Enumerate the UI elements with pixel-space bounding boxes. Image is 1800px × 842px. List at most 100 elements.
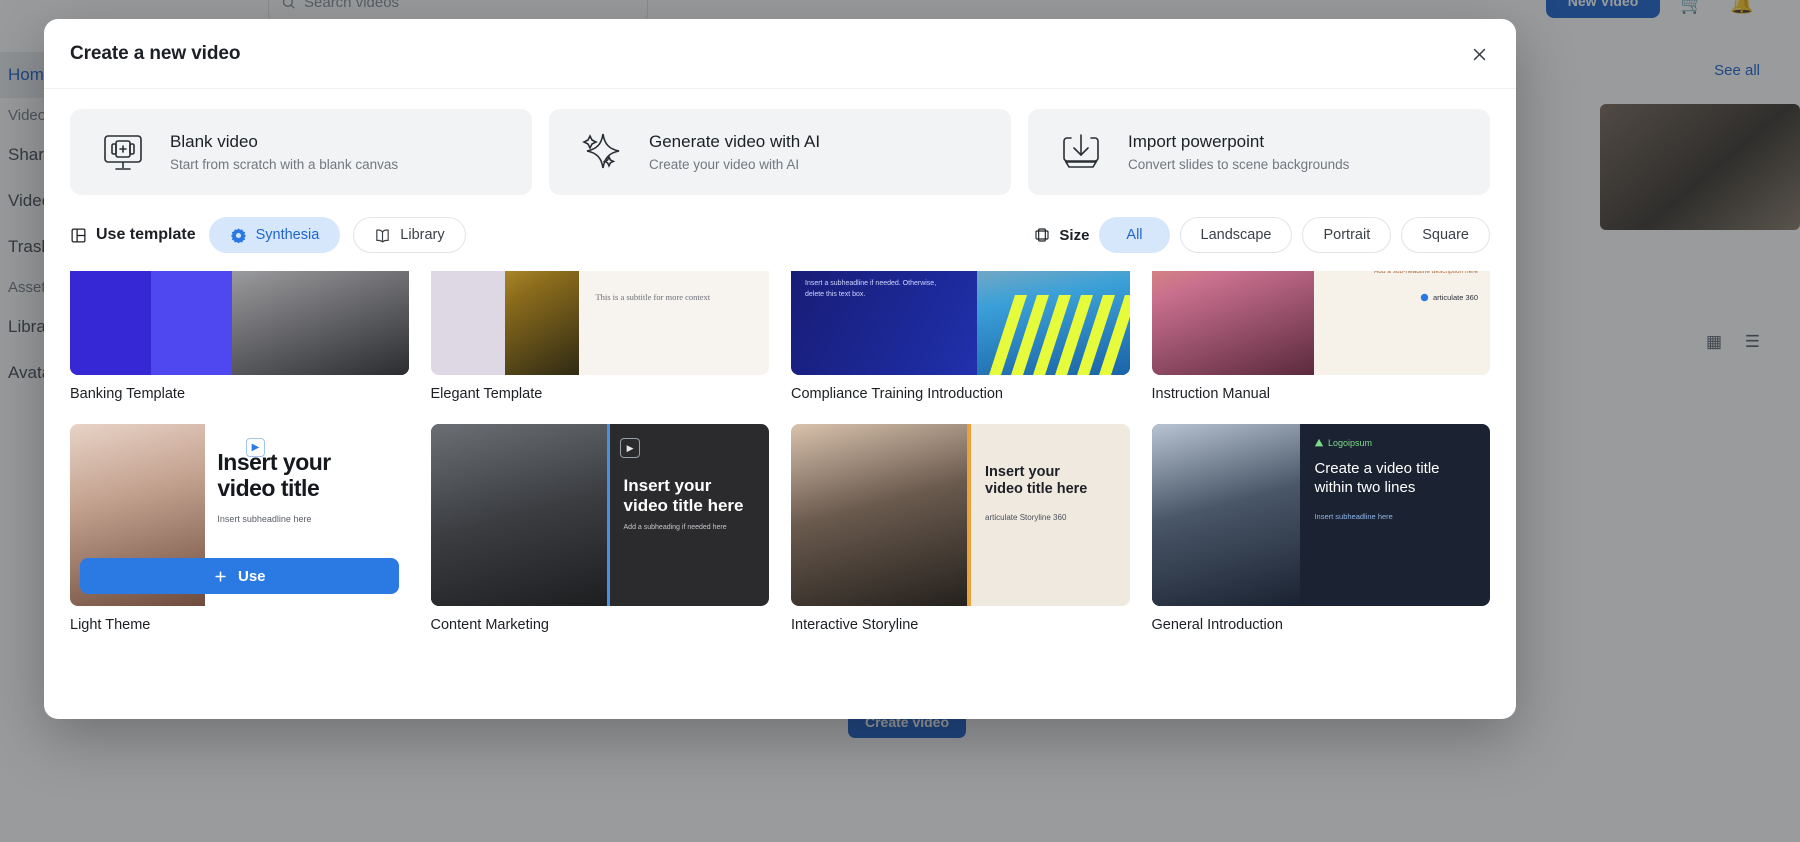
template-thumbnail: ▶ Insert your video title here Add a sub…	[430, 424, 769, 606]
template-card[interactable]: ▶ Insert your video title here Add a sub…	[430, 424, 769, 633]
thumb-text: Insert your video title here articulate …	[967, 424, 1129, 606]
thumb-title: Insert your video title	[217, 449, 392, 502]
tab-synthesia-label: Synthesia	[255, 227, 320, 243]
template-thumbnail: Add an engaging video title here This is…	[430, 271, 769, 375]
thumb-text: Add an engaging video title here This is…	[579, 271, 769, 375]
blank-video-subtitle: Start from scratch with a blank canvas	[170, 157, 399, 172]
thumb-brand: articulate 360	[1328, 293, 1478, 302]
thumb-title-line2: video title here	[985, 481, 1088, 498]
size-filters: Size All Landscape Portrait Square	[1034, 217, 1490, 253]
template-name: Light Theme	[70, 617, 151, 633]
thumb-title: Create a video title within two lines	[1314, 460, 1476, 498]
size-label-text: Size	[1059, 226, 1090, 244]
use-template-label: Use template	[70, 226, 196, 244]
thumb-title-line1: Insert your	[217, 449, 331, 475]
use-template-text: Use template	[96, 226, 196, 243]
thumb-title-line1: Create a video title	[1314, 460, 1440, 477]
blank-video-title: Blank video	[170, 132, 258, 151]
template-name: Instruction Manual	[1151, 386, 1270, 402]
size-filter-portrait[interactable]: Portrait	[1302, 217, 1392, 253]
template-card[interactable]: Logoipsum Create a video title within tw…	[1151, 424, 1490, 633]
thumb-subtitle: articulate Storyline 360	[985, 513, 1067, 523]
generate-ai-card[interactable]: Generate video with AI Create your video…	[549, 109, 1011, 195]
template-card-hovered[interactable]: ▶ Insert your video title Insert subhead…	[70, 424, 409, 633]
template-card[interactable]: Insert your video title here articulate …	[791, 424, 1130, 633]
generate-ai-subtitle: Create your video with AI	[649, 157, 800, 172]
use-button-label: Use	[237, 567, 266, 585]
thumb-title: Insert your video title here	[985, 464, 1119, 498]
template-card[interactable]: Instructional Manual Title Add a sub-hea…	[1151, 271, 1490, 402]
generate-ai-title: Generate video with AI	[649, 132, 821, 151]
blank-video-text: Blank video Start from scratch with a bl…	[170, 132, 398, 172]
logoipsum-logo-icon	[1314, 438, 1324, 447]
template-name: Compliance Training Introduction	[791, 386, 1003, 402]
size-filter-all[interactable]: All	[1099, 217, 1170, 253]
download-import-icon	[1054, 125, 1108, 179]
synthesia-logo-icon	[230, 227, 246, 243]
import-powerpoint-card[interactable]: Import powerpoint Convert slides to scen…	[1028, 109, 1490, 195]
template-name: Interactive Storyline	[791, 617, 919, 633]
template-name: Elegant Template	[430, 386, 543, 402]
tab-library[interactable]: Library	[353, 217, 466, 253]
tab-synthesia[interactable]: Synthesia	[208, 217, 341, 253]
template-name: Banking Template	[70, 386, 186, 402]
thumb-subtitle: Insert a subheadline if needed. Otherwis…	[805, 280, 937, 298]
template-card[interactable]: START BY CREATING YOUR VIDEO TITLE Inser…	[791, 271, 1130, 402]
thumb-photo	[430, 424, 607, 606]
modal-header: Create a new video	[44, 19, 1516, 89]
thumb-title-line1: Insert your	[985, 464, 1060, 480]
thumb-subtitle: Add a sub-headline description here	[1373, 271, 1478, 275]
import-powerpoint-title: Import powerpoint	[1128, 132, 1265, 151]
import-powerpoint-text: Import powerpoint Convert slides to scen…	[1128, 132, 1349, 172]
thumb-subtitle: Insert subheadline here	[217, 513, 312, 524]
use-template-button[interactable]: Use	[80, 558, 399, 594]
blank-video-card[interactable]: Blank video Start from scratch with a bl…	[70, 109, 532, 195]
generate-ai-text: Generate video with AI Create your video…	[649, 132, 820, 172]
thumb-decor-stripes	[953, 294, 1130, 375]
thumb-brand-text: articulate 360	[1432, 292, 1478, 302]
thumb-title-line2: video title here	[623, 495, 744, 515]
thumb-brand: Logoipsum	[1314, 438, 1372, 448]
thumb-text: Create a video title within two lines In…	[1300, 424, 1490, 606]
create-options-row: Blank video Start from scratch with a bl…	[44, 89, 1516, 195]
thumb-subtitle: This is a subtitle for more context	[595, 291, 711, 302]
template-thumbnail: Create your video title within two lines…	[70, 271, 409, 375]
size-filter-landscape[interactable]: Landscape	[1179, 217, 1293, 253]
thumb-block-1	[70, 271, 152, 375]
thumb-title-line2: within two lines	[1314, 478, 1416, 496]
modal-body: Blank video Start from scratch with a bl…	[44, 89, 1516, 719]
template-source-filters: Use template Synthesia Library	[70, 217, 466, 253]
thumb-photo	[504, 271, 580, 375]
thumb-photo	[232, 271, 409, 375]
template-thumbnail: ▶ Insert your video title Insert subhead…	[70, 424, 409, 606]
template-thumbnail: Instructional Manual Title Add a sub-hea…	[1151, 271, 1490, 375]
close-icon	[1473, 48, 1485, 60]
close-button[interactable]	[1464, 39, 1494, 69]
layout-grid-icon	[71, 227, 86, 243]
plus-icon	[215, 570, 226, 582]
template-thumbnail: Insert your video title here articulate …	[791, 424, 1130, 606]
thumb-block-2	[151, 271, 233, 375]
thumb-title-line1: Insert your	[623, 476, 712, 495]
template-name: General Introduction	[1151, 617, 1283, 633]
thumb-brand-text: Logoipsum	[1327, 438, 1372, 448]
tab-library-label: Library	[400, 227, 445, 243]
thumb-app-badge-icon: ▶	[620, 438, 641, 458]
size-filter-square[interactable]: Square	[1401, 217, 1490, 253]
template-thumbnail: START BY CREATING YOUR VIDEO TITLE Inser…	[791, 271, 1130, 375]
thumb-photo	[791, 424, 968, 606]
aspect-ratio-icon	[1035, 228, 1049, 242]
thumb-photo	[1151, 424, 1301, 606]
thumb-title: Insert your video title here	[624, 476, 757, 515]
articulate-logo-icon	[1420, 293, 1429, 301]
sparkle-ai-icon	[575, 125, 629, 179]
thumb-subtitle: Insert subheadline here	[1314, 511, 1393, 521]
import-powerpoint-subtitle: Convert slides to scene backgrounds	[1128, 157, 1350, 172]
book-icon	[376, 228, 390, 242]
template-card[interactable]: Add an engaging video title here This is…	[430, 271, 769, 402]
modal-title: Create a new video	[70, 42, 241, 64]
thumb-title-line2: video title	[217, 474, 320, 501]
template-grid-scroll[interactable]: Create your video title within two lines…	[44, 271, 1516, 719]
template-card[interactable]: Create your video title within two lines…	[70, 271, 409, 402]
create-video-modal: Create a new video Blank video Start fro…	[44, 19, 1516, 719]
